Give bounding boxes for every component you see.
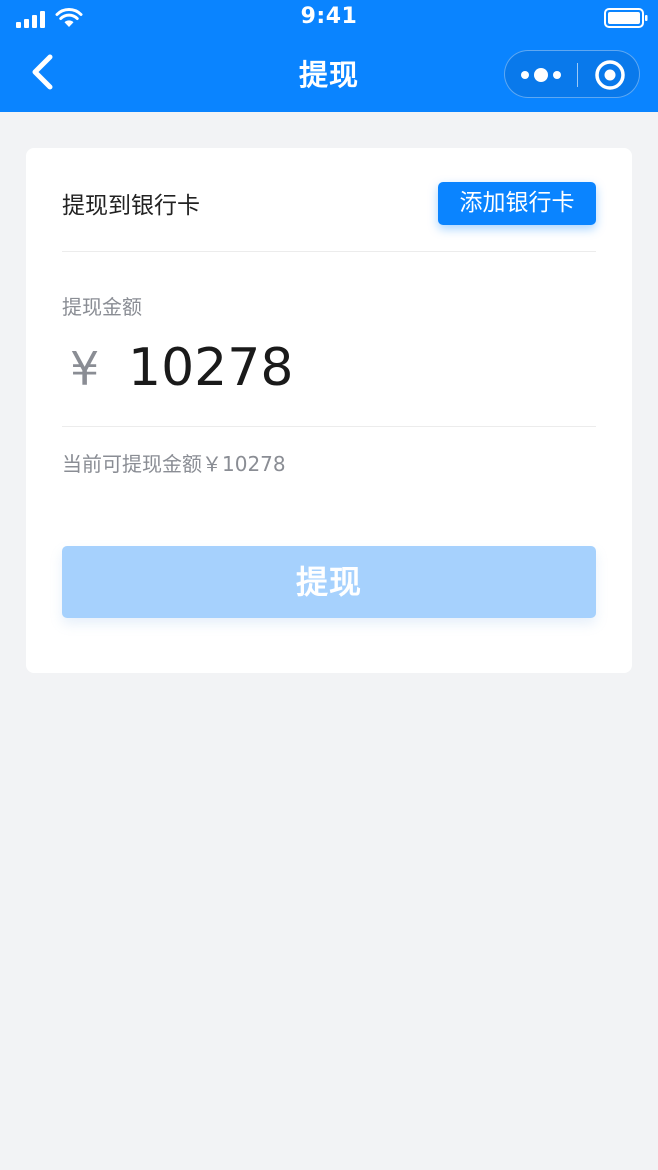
withdraw-card: 提现到银行卡 添加银行卡 提现金额 ¥ 当前可提现金额￥10278 提现 xyxy=(26,148,632,673)
add-bank-card-button[interactable]: 添加银行卡 xyxy=(438,182,596,225)
app-header: 9:41 提现 xyxy=(0,0,658,112)
status-bar: 9:41 xyxy=(0,0,658,36)
available-amount-text: 当前可提现金额￥10278 xyxy=(62,452,286,476)
capsule-divider xyxy=(577,63,578,87)
battery-icon xyxy=(604,8,648,28)
withdraw-amount-label: 提现金额 xyxy=(62,295,142,319)
navigation-bar: 提现 xyxy=(0,36,658,112)
divider xyxy=(62,426,596,427)
more-options-icon[interactable] xyxy=(517,59,569,91)
close-miniprogram-icon[interactable] xyxy=(593,59,627,91)
withdraw-to-bank-label: 提现到银行卡 xyxy=(62,193,200,219)
divider xyxy=(62,251,596,252)
withdraw-amount-input[interactable] xyxy=(128,338,428,398)
status-time: 9:41 xyxy=(300,4,358,29)
withdraw-submit-button[interactable]: 提现 xyxy=(62,546,596,618)
mini-program-capsule xyxy=(504,50,640,98)
currency-symbol: ¥ xyxy=(70,342,100,396)
